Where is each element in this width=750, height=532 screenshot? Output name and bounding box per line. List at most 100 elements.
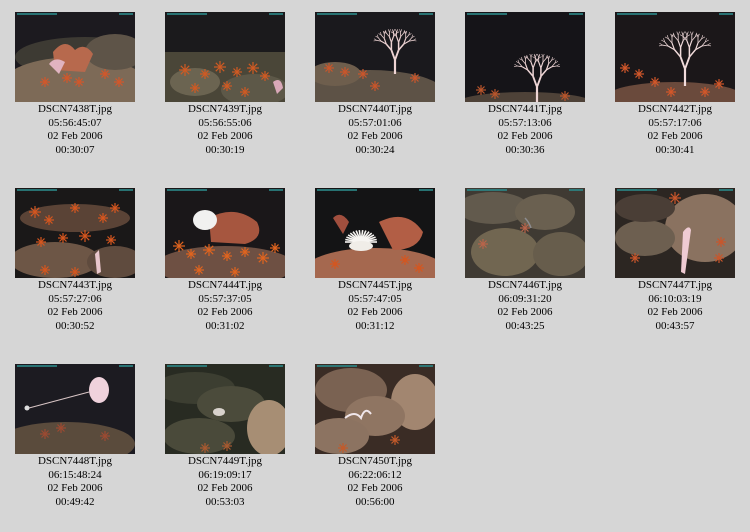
thumbnail-timecode: 06:09:31:20 [498, 292, 552, 305]
thumbnail-elapsed: 00:49:42 [55, 495, 95, 508]
thumbnail-timecode: 05:57:47:05 [348, 292, 402, 305]
thumbnail-image[interactable] [165, 364, 285, 454]
thumbnail-date: 02 Feb 2006 [497, 306, 553, 318]
thumbnail-image[interactable] [165, 188, 285, 278]
thumbnail-date: 02 Feb 2006 [497, 130, 553, 142]
thumbnail-timecode: 05:57:27:06 [48, 292, 102, 305]
thumbnail-timecode: 06:22:06:12 [348, 468, 402, 481]
thumbnail-timecode: 06:15:48:24 [48, 468, 102, 481]
thumbnail-filename: DSCN7448T.jpg [37, 455, 113, 467]
thumbnail-elapsed: 00:30:19 [205, 143, 245, 156]
thumbnail-filename: DSCN7440T.jpg [337, 103, 413, 115]
thumbnail-filename: DSCN7441T.jpg [487, 103, 563, 115]
camera-overlay-text [167, 189, 283, 192]
thumbnail-date: 02 Feb 2006 [47, 306, 103, 318]
thumbnail-cell[interactable]: DSCN7442T.jpg 05:57:17:06 02 Feb 2006 00:30… [600, 12, 750, 157]
thumbnail-cell[interactable]: DSCN7439T.jpg 05:56:55:06 02 Feb 2006 00:30… [150, 12, 300, 157]
thumbnail-filename: DSCN7450T.jpg [337, 455, 413, 467]
thumbnail-elapsed: 00:56:00 [355, 495, 395, 508]
thumbnail-elapsed: 00:31:12 [355, 319, 395, 332]
thumbnail-caption: DSCN7450T.jpg 06:22:06:12 02 Feb 2006 00:56… [300, 455, 450, 509]
thumbnail-timecode: 05:56:55:06 [198, 116, 252, 129]
thumbnail-date: 02 Feb 2006 [197, 306, 253, 318]
thumbnail-caption: DSCN7447T.jpg 06:10:03:19 02 Feb 2006 00:43… [600, 279, 750, 333]
thumbnail-caption: DSCN7440T.jpg 05:57:01:06 02 Feb 2006 00:30… [300, 103, 450, 157]
thumbnail-caption: DSCN7445T.jpg 05:57:47:05 02 Feb 2006 00:31… [300, 279, 450, 333]
thumbnail-cell[interactable]: DSCN7441T.jpg 05:57:13:06 02 Feb 2006 00:30… [450, 12, 600, 157]
thumbnail-timecode: 05:57:01:06 [348, 116, 402, 129]
thumbnail-date: 02 Feb 2006 [347, 130, 403, 142]
thumbnail-filename: DSCN7442T.jpg [637, 103, 713, 115]
thumbnail-date: 02 Feb 2006 [347, 306, 403, 318]
thumbnail-date: 02 Feb 2006 [647, 130, 703, 142]
thumbnail-caption: DSCN7449T.jpg 06:19:09:17 02 Feb 2006 00:53… [150, 455, 300, 509]
thumbnail-image[interactable] [15, 188, 135, 278]
thumbnail-cell[interactable]: DSCN7449T.jpg 06:19:09:17 02 Feb 2006 00:53… [150, 364, 300, 509]
thumbnail-image[interactable] [165, 12, 285, 102]
thumbnail-elapsed: 00:30:07 [55, 143, 95, 156]
thumbnail-elapsed: 00:53:03 [205, 495, 245, 508]
thumbnail-caption: DSCN7448T.jpg 06:15:48:24 02 Feb 2006 00:49… [0, 455, 150, 509]
thumbnail-elapsed: 00:30:36 [505, 143, 545, 156]
camera-overlay-text [617, 189, 733, 192]
thumbnail-filename: DSCN7449T.jpg [187, 455, 263, 467]
camera-overlay-text [467, 189, 583, 192]
thumbnail-timecode: 05:56:45:07 [48, 116, 102, 129]
camera-overlay-text [167, 365, 283, 368]
thumbnail-elapsed: 00:30:24 [355, 143, 395, 156]
thumbnail-image[interactable] [315, 188, 435, 278]
thumbnail-gallery: DSCN7438T.jpg 05:56:45:07 02 Feb 2006 00:30… [0, 0, 750, 532]
thumbnail-filename: DSCN7443T.jpg [37, 279, 113, 291]
thumbnail-date: 02 Feb 2006 [47, 130, 103, 142]
thumbnail-cell[interactable]: DSCN7447T.jpg 06:10:03:19 02 Feb 2006 00:43… [600, 188, 750, 333]
camera-overlay-text [17, 13, 133, 16]
thumbnail-elapsed: 00:43:57 [655, 319, 695, 332]
camera-overlay-text [617, 13, 733, 16]
thumbnail-image[interactable] [315, 364, 435, 454]
thumbnail-filename: DSCN7446T.jpg [487, 279, 563, 291]
thumbnail-filename: DSCN7438T.jpg [37, 103, 113, 115]
thumbnail-date: 02 Feb 2006 [197, 482, 253, 494]
thumbnail-image[interactable] [615, 12, 735, 102]
thumbnail-image[interactable] [465, 188, 585, 278]
thumbnail-filename: DSCN7447T.jpg [637, 279, 713, 291]
thumbnail-cell[interactable]: DSCN7448T.jpg 06:15:48:24 02 Feb 2006 00:49… [0, 364, 150, 509]
thumbnail-cell[interactable]: DSCN7440T.jpg 05:57:01:06 02 Feb 2006 00:30… [300, 12, 450, 157]
thumbnail-image[interactable] [615, 188, 735, 278]
camera-overlay-text [17, 365, 133, 368]
camera-overlay-text [317, 365, 433, 368]
camera-overlay-text [167, 13, 283, 16]
thumbnail-elapsed: 00:30:41 [655, 143, 695, 156]
thumbnail-cell[interactable]: DSCN7445T.jpg 05:57:47:05 02 Feb 2006 00:31… [300, 188, 450, 333]
camera-overlay-text [317, 189, 433, 192]
thumbnail-timecode: 05:57:17:06 [648, 116, 702, 129]
thumbnail-filename: DSCN7444T.jpg [187, 279, 263, 291]
thumbnail-caption: DSCN7439T.jpg 05:56:55:06 02 Feb 2006 00:30… [150, 103, 300, 157]
thumbnail-timecode: 05:57:37:05 [198, 292, 252, 305]
thumbnail-elapsed: 00:31:02 [205, 319, 245, 332]
thumbnail-image[interactable] [465, 12, 585, 102]
thumbnail-caption: DSCN7444T.jpg 05:57:37:05 02 Feb 2006 00:31… [150, 279, 300, 333]
thumbnail-filename: DSCN7445T.jpg [337, 279, 413, 291]
thumbnail-cell[interactable]: DSCN7443T.jpg 05:57:27:06 02 Feb 2006 00:30… [0, 188, 150, 333]
thumbnail-filename: DSCN7439T.jpg [187, 103, 263, 115]
thumbnail-elapsed: 00:43:25 [505, 319, 545, 332]
thumbnail-image[interactable] [15, 364, 135, 454]
camera-overlay-text [317, 13, 433, 16]
thumbnail-cell[interactable]: DSCN7450T.jpg 06:22:06:12 02 Feb 2006 00:56… [300, 364, 450, 509]
thumbnail-date: 02 Feb 2006 [47, 482, 103, 494]
thumbnail-cell[interactable]: DSCN7446T.jpg 06:09:31:20 02 Feb 2006 00:43… [450, 188, 600, 333]
thumbnail-image[interactable] [315, 12, 435, 102]
thumbnail-date: 02 Feb 2006 [197, 130, 253, 142]
thumbnail-date: 02 Feb 2006 [647, 306, 703, 318]
thumbnail-cell[interactable]: DSCN7438T.jpg 05:56:45:07 02 Feb 2006 00:30… [0, 12, 150, 157]
camera-overlay-text [467, 13, 583, 16]
thumbnail-timecode: 06:10:03:19 [648, 292, 702, 305]
thumbnail-timecode: 05:57:13:06 [498, 116, 552, 129]
thumbnail-caption: DSCN7441T.jpg 05:57:13:06 02 Feb 2006 00:30… [450, 103, 600, 157]
thumbnail-date: 02 Feb 2006 [347, 482, 403, 494]
thumbnail-caption: DSCN7446T.jpg 06:09:31:20 02 Feb 2006 00:43… [450, 279, 600, 333]
thumbnail-image[interactable] [15, 12, 135, 102]
thumbnail-timecode: 06:19:09:17 [198, 468, 252, 481]
thumbnail-cell[interactable]: DSCN7444T.jpg 05:57:37:05 02 Feb 2006 00:31… [150, 188, 300, 333]
